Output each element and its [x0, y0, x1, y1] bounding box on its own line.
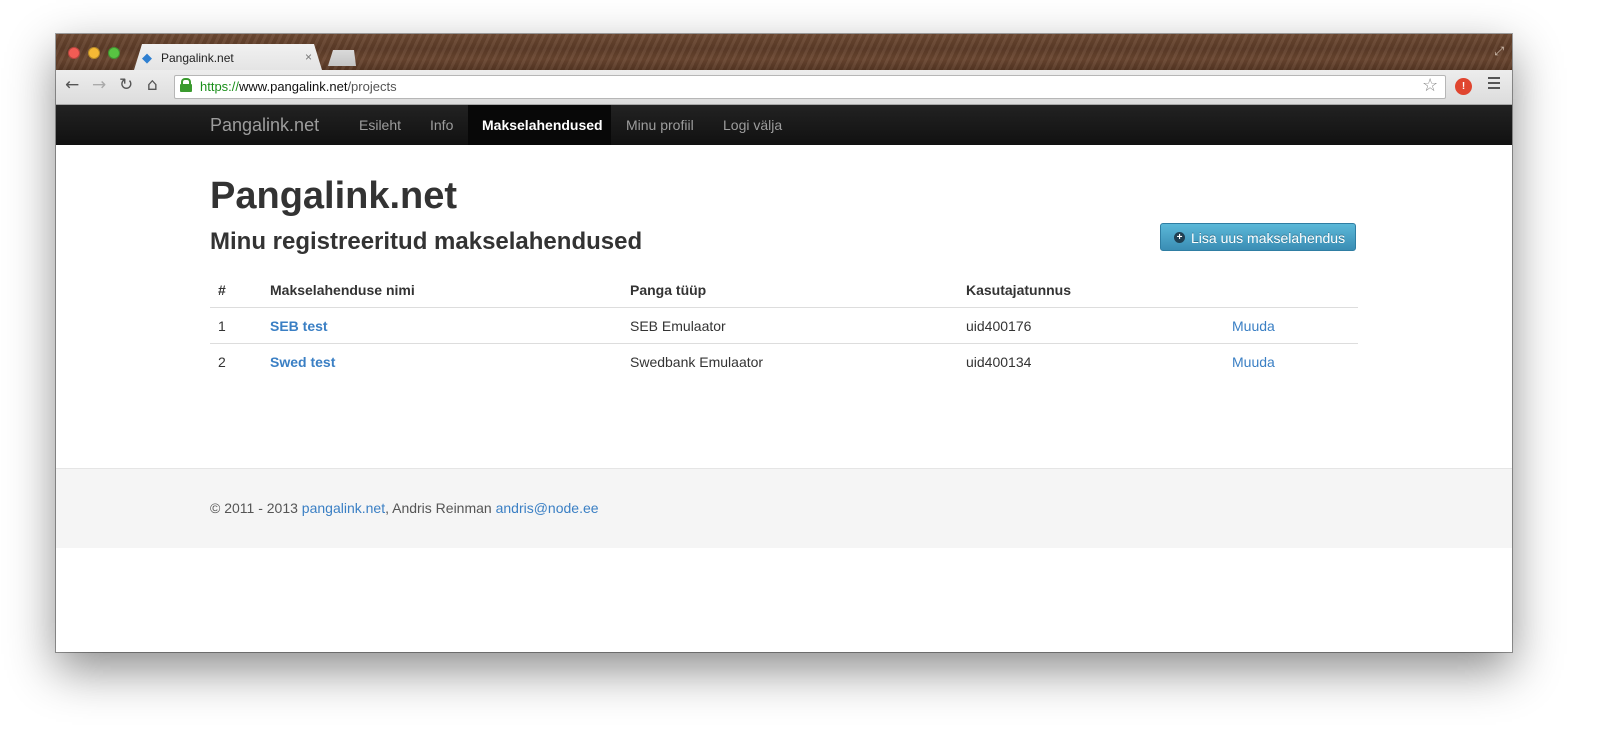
email-link[interactable]: andris@node.ee — [496, 500, 599, 516]
menu-icon[interactable] — [1488, 77, 1500, 92]
column-header-user-id: Kasutajatunnus — [966, 282, 1072, 298]
site-link[interactable]: pangalink.net — [302, 500, 385, 516]
fullscreen-icon[interactable]: ⤢ — [1494, 44, 1504, 59]
author-text: , Andris Reinman — [385, 500, 496, 516]
user-id: uid400134 — [966, 354, 1032, 370]
edit-link[interactable]: Muuda — [1232, 318, 1275, 335]
nav-item-logi-valja[interactable]: Logi välja — [723, 117, 782, 134]
row-number: 1 — [218, 318, 226, 334]
bank-type: Swedbank Emulaator — [630, 354, 764, 370]
add-payment-solution-button[interactable]: + Lisa uus makselahendus — [1160, 223, 1356, 251]
table-divider — [210, 343, 1358, 344]
nav-item-makselahendused[interactable]: Makselahendused — [482, 117, 603, 134]
forward-icon[interactable]: → — [92, 75, 106, 95]
bank-type: SEB Emulaator — [630, 318, 726, 334]
url-host: www.pangalink.net — [239, 79, 348, 94]
column-header-number: # — [218, 282, 226, 298]
column-header-bank-type: Panga tüüp — [630, 282, 707, 298]
maximize-window-button[interactable] — [108, 47, 120, 59]
url-text[interactable]: https://www.pangalink.net/projects — [200, 79, 397, 94]
star-icon[interactable]: ☆ — [1422, 75, 1438, 95]
copyright-text: © 2011 - 2013 — [210, 500, 302, 516]
close-window-button[interactable] — [68, 47, 80, 59]
plus-circle-icon: + — [1174, 232, 1185, 243]
page-title: Pangalink.net — [210, 175, 458, 217]
navbar-brand[interactable]: Pangalink.net — [210, 115, 319, 135]
tab-close-icon[interactable]: × — [305, 50, 312, 64]
minimize-window-button[interactable] — [88, 47, 100, 59]
add-button-label: Lisa uus makselahendus — [1191, 230, 1346, 246]
back-icon[interactable]: ← — [65, 75, 79, 95]
url-scheme: https:// — [200, 79, 240, 94]
tab-title: Pangalink.net — [161, 51, 234, 65]
project-link[interactable]: SEB test — [270, 318, 328, 335]
reload-icon[interactable]: ↻ — [119, 75, 133, 95]
row-number: 2 — [218, 354, 226, 370]
column-header-name: Makselahenduse nimi — [270, 282, 415, 298]
page-subtitle: Minu registreeritud makselahendused — [210, 228, 643, 255]
nav-item-info[interactable]: Info — [430, 117, 453, 134]
favicon-icon: ◆ — [142, 50, 152, 65]
table-divider — [210, 307, 1358, 308]
lock-icon — [180, 78, 192, 92]
footer-text: © 2011 - 2013 pangalink.net, Andris Rein… — [210, 500, 599, 517]
user-id: uid400176 — [966, 318, 1032, 334]
edit-link[interactable]: Muuda — [1232, 354, 1275, 371]
nav-item-esileht[interactable]: Esileht — [359, 117, 401, 134]
home-icon[interactable]: ⌂ — [147, 75, 158, 95]
url-path: /projects — [347, 79, 397, 94]
extension-icon[interactable]: ! — [1455, 78, 1472, 95]
project-link[interactable]: Swed test — [270, 354, 335, 371]
nav-item-minu-profiil[interactable]: Minu profiil — [626, 117, 694, 134]
browser-window: ◆ Pangalink.net × ⤢ ← → ↻ ⌂ https://www.… — [56, 34, 1512, 652]
